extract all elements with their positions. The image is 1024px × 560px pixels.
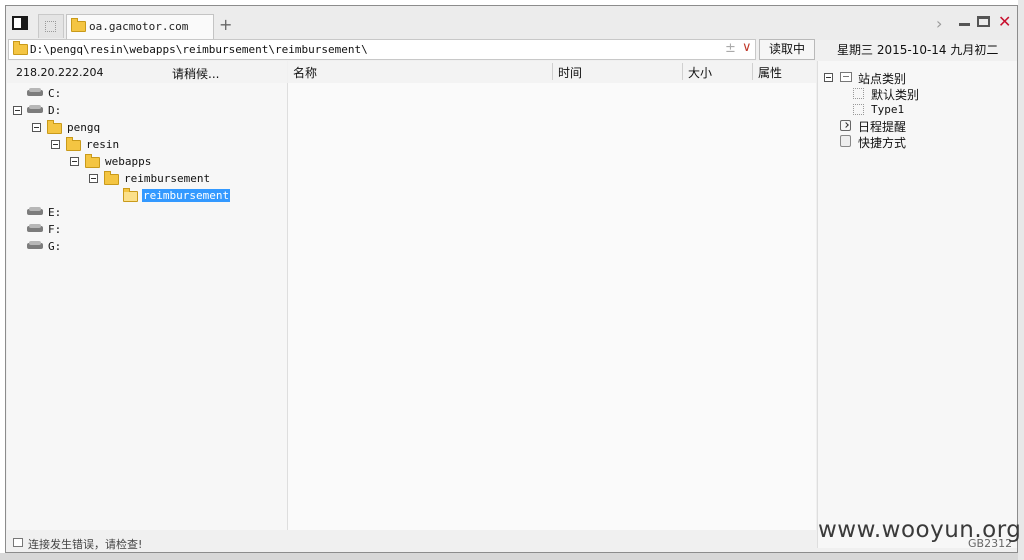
shortcut-icon [840, 135, 851, 147]
file-list-header: 名称 时间 大小 属性 [288, 61, 816, 84]
read-button[interactable]: 读取中 [759, 39, 815, 60]
ftp-client-window: oa.gacmotor.com + › ✕ D:\pengq\resin\web… [5, 5, 1018, 553]
blank-page-icon [45, 21, 56, 32]
category-icon [840, 72, 852, 82]
desktop-right-edge [1018, 0, 1024, 560]
directory-tree: C: D: pengq resin webapps reimbursement [7, 83, 288, 530]
column-time[interactable]: 时间 [558, 64, 582, 81]
folder-icon [85, 154, 100, 168]
open-folder-icon [123, 188, 138, 202]
drive-icon [27, 241, 43, 249]
collapse-icon[interactable] [51, 140, 60, 149]
drive-icon [27, 207, 43, 215]
category-item-icon [853, 88, 864, 99]
status-icon [13, 538, 23, 547]
folder-icon [104, 171, 119, 185]
file-list[interactable] [288, 83, 816, 530]
tab-blank[interactable] [38, 14, 64, 38]
drive-icon [27, 88, 43, 96]
chevron-right-icon[interactable]: › [936, 14, 942, 33]
title-bar: oa.gacmotor.com + › ✕ [6, 6, 1017, 40]
date-display: 星期三 2015-10-14 九月初二 [837, 43, 999, 57]
column-divider[interactable] [552, 63, 553, 80]
column-attributes[interactable]: 属性 [758, 64, 782, 81]
folder-icon [47, 120, 62, 134]
watermark: www.wooyun.org [818, 517, 1022, 543]
status-message: 连接发生错误，请检查! [28, 538, 143, 551]
address-bar[interactable]: D:\pengq\resin\webapps\reimbursement\rei… [8, 39, 756, 60]
drive-icon [27, 105, 43, 113]
waiting-text: 请稍候... [172, 67, 220, 81]
collapse-icon[interactable] [89, 174, 98, 183]
collapse-icon[interactable] [70, 157, 79, 166]
desktop-bottom-edge [0, 553, 1024, 560]
collapse-icon[interactable] [13, 106, 22, 115]
new-tab-button[interactable]: + [219, 15, 232, 34]
path-input[interactable]: D:\pengq\resin\webapps\reimbursement\rei… [30, 43, 368, 56]
folder-icon [13, 41, 28, 55]
tab-title: oa.gacmotor.com [89, 20, 189, 33]
folder-icon [66, 137, 81, 151]
connection-header: 218.20.222.204 请稍候... [7, 61, 287, 84]
collapse-icon[interactable] [32, 123, 41, 132]
minimize-button[interactable] [959, 23, 970, 26]
category-item-icon [853, 104, 864, 115]
folder-icon [71, 18, 86, 32]
status-bar: 连接发生错误，请检查! [7, 534, 812, 552]
drive-icon [27, 224, 43, 232]
plus-minus-icon[interactable]: ± [725, 41, 736, 56]
column-divider[interactable] [752, 63, 753, 80]
server-ip: 218.20.222.204 [16, 66, 104, 79]
reminder-icon [840, 120, 851, 131]
column-size[interactable]: 大小 [688, 64, 712, 81]
column-divider[interactable] [682, 63, 683, 80]
site-manager-panel: 站点类别 默认类别 Type1 日程提醒 快捷方式 [817, 61, 1017, 548]
maximize-button[interactable] [977, 16, 990, 27]
chevron-down-icon[interactable]: ∨ [742, 40, 752, 55]
tab-site[interactable]: oa.gacmotor.com [66, 14, 214, 40]
collapse-icon[interactable] [824, 73, 833, 82]
sidebar-toggle-icon[interactable] [12, 16, 28, 30]
column-name[interactable]: 名称 [293, 64, 317, 81]
close-button[interactable]: ✕ [998, 12, 1011, 31]
